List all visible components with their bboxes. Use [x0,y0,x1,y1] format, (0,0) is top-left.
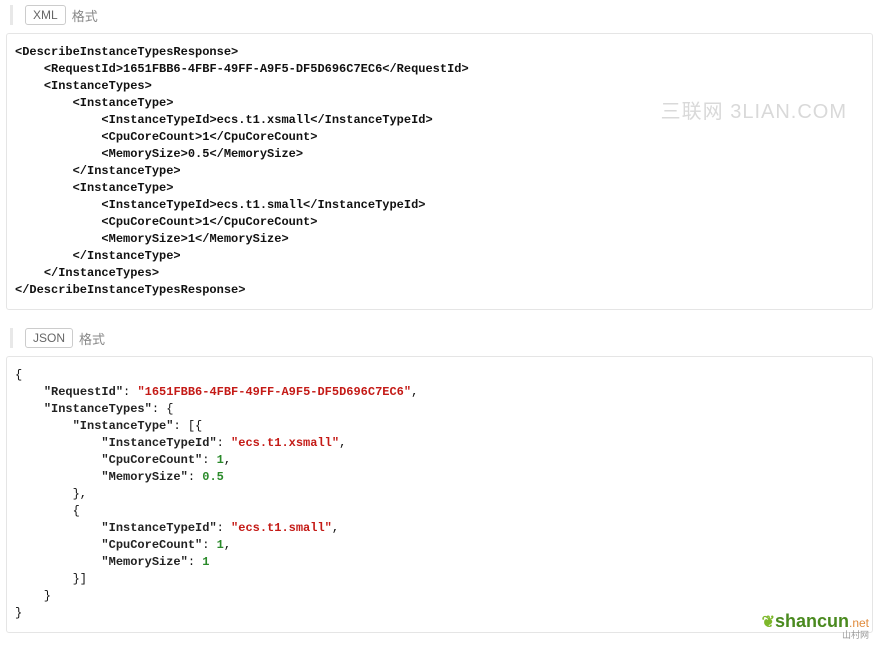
header-bar [10,328,13,348]
page-container: XML 格式 <DescribeInstanceTypesResponse> <… [0,5,879,646]
json-code-block: { "RequestId": "1651FBB6-4FBF-49FF-A9F5-… [6,356,873,633]
header-bar [10,5,13,25]
json-badge: JSON [25,328,73,348]
xml-section-header: XML 格式 [10,5,879,25]
xml-code-block: <DescribeInstanceTypesResponse> <Request… [6,33,873,310]
json-format-label: 格式 [79,329,105,348]
xml-badge: XML [25,5,66,25]
xml-format-label: 格式 [72,6,98,25]
json-section-header: JSON 格式 [10,328,879,348]
